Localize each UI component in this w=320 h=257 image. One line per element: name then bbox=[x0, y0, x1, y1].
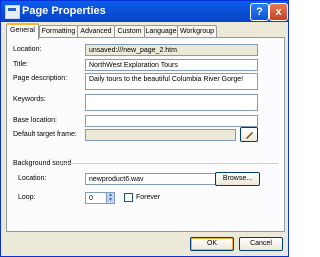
forever-checkbox[interactable] bbox=[124, 193, 133, 202]
base-location-input[interactable] bbox=[85, 115, 258, 127]
window-title: Page Properties bbox=[22, 5, 106, 17]
ok-button[interactable]: OK bbox=[190, 237, 234, 251]
location-label: Location: bbox=[13, 46, 42, 53]
loop-count-input[interactable]: 0 bbox=[85, 192, 107, 204]
title-input[interactable]: NorthWest Exploration Tours bbox=[85, 59, 258, 71]
page-description-input[interactable]: Daily tours to the beautiful Columbia Ri… bbox=[85, 73, 258, 90]
page-description-label: Page description: bbox=[13, 75, 68, 82]
location-field: unsaved:///new_page_2.htm bbox=[85, 44, 258, 56]
default-target-frame-field bbox=[85, 129, 236, 141]
base-location-label: Base location: bbox=[13, 117, 57, 124]
page-icon bbox=[5, 5, 20, 19]
section-divider bbox=[59, 163, 278, 164]
general-tab-panel: Location: unsaved:///new_page_2.htm Titl… bbox=[6, 37, 285, 232]
cancel-button[interactable]: Cancel bbox=[239, 237, 283, 251]
keywords-input[interactable] bbox=[85, 94, 258, 111]
browse-button[interactable]: Browse... bbox=[215, 172, 260, 186]
tab-general[interactable]: General bbox=[6, 23, 39, 40]
keywords-label: Keywords: bbox=[13, 96, 46, 103]
pencil-icon bbox=[246, 132, 253, 139]
forever-label: Forever bbox=[136, 194, 161, 201]
sound-location-label: Location: bbox=[18, 175, 47, 182]
title-bar[interactable]: Page Properties ? x bbox=[1, 1, 288, 22]
default-target-frame-label: Default target frame: bbox=[13, 131, 77, 138]
spin-down-icon[interactable]: ▼ bbox=[107, 198, 114, 203]
target-frame-picker-button[interactable] bbox=[240, 127, 258, 142]
help-button[interactable]: ? bbox=[250, 3, 269, 21]
page-properties-dialog: Page Properties ? x General Formatting A… bbox=[0, 0, 289, 257]
loop-label: Loop: bbox=[18, 194, 36, 201]
loop-spinner[interactable]: ▲ ▼ bbox=[106, 192, 115, 204]
title-label: Title: bbox=[13, 61, 28, 68]
close-button[interactable]: x bbox=[269, 3, 288, 21]
